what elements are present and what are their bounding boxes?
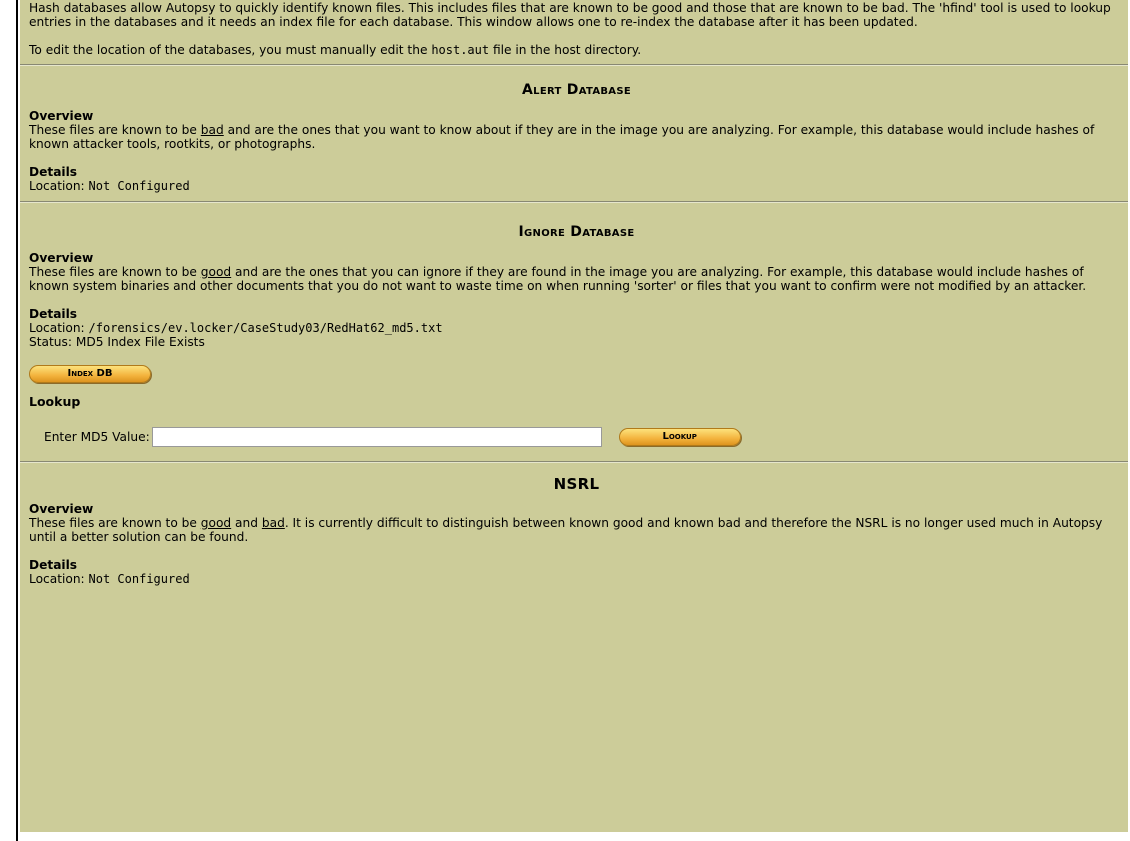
status-line: Status: MD5 Index File Exists bbox=[29, 335, 205, 349]
location-value: /forensics/ev.locker/CaseStudy03/RedHat6… bbox=[88, 321, 443, 335]
page-frame: Hash databases allow Autopsy to quickly … bbox=[16, 0, 1130, 841]
section-title: NSRL bbox=[553, 475, 600, 493]
details-heading: Details bbox=[29, 558, 78, 572]
intro-edit-note: To edit the location of the databases, y… bbox=[29, 43, 642, 57]
lookup-heading: Lookup bbox=[29, 394, 81, 409]
nsrl-section: NSRL Overview These files are known to b… bbox=[29, 463, 1124, 587]
section-title: Alert Database bbox=[522, 82, 631, 98]
location-line: Location: Not Configured bbox=[29, 572, 190, 586]
host-aut-filename: host.aut bbox=[431, 43, 490, 57]
overview-text: These files are known to be bad and are … bbox=[29, 123, 1095, 151]
keyword-bad: bad bbox=[261, 516, 285, 530]
section-title: Ignore Database bbox=[518, 224, 635, 240]
md5-input[interactable] bbox=[151, 427, 602, 447]
md5-label: Enter MD5 Value: bbox=[44, 430, 150, 444]
intro-text: Hash databases allow Autopsy to quickly … bbox=[29, 1, 1111, 29]
keyword-bad: bad bbox=[200, 123, 224, 137]
intro: Hash databases allow Autopsy to quickly … bbox=[29, 0, 1124, 64]
hash-db-panel: Hash databases allow Autopsy to quickly … bbox=[20, 0, 1128, 832]
md5-lookup-row: Enter MD5 Value: Lookup bbox=[29, 427, 1124, 447]
index-db-button[interactable]: Index DB bbox=[29, 365, 151, 383]
location-value: Not Configured bbox=[88, 572, 190, 586]
overview-text: These files are known to be good and are… bbox=[29, 265, 1087, 293]
location-value: Not Configured bbox=[88, 179, 190, 193]
keyword-good: good bbox=[200, 516, 232, 530]
overview-heading: Overview bbox=[29, 251, 94, 265]
keyword-good: good bbox=[200, 265, 232, 279]
lookup-button[interactable]: Lookup bbox=[618, 428, 741, 446]
alert-database-section: Alert Database Overview These files are … bbox=[29, 66, 1124, 201]
location-line: Location: /forensics/ev.locker/CaseStudy… bbox=[29, 321, 443, 335]
details-heading: Details bbox=[29, 165, 78, 179]
overview-text: These files are known to be good and bad… bbox=[29, 516, 1103, 544]
details-heading: Details bbox=[29, 307, 78, 321]
ignore-database-section: Ignore Database Overview These files are… bbox=[29, 203, 1124, 461]
location-line: Location: Not Configured bbox=[29, 179, 190, 193]
overview-heading: Overview bbox=[29, 502, 94, 516]
overview-heading: Overview bbox=[29, 109, 94, 123]
